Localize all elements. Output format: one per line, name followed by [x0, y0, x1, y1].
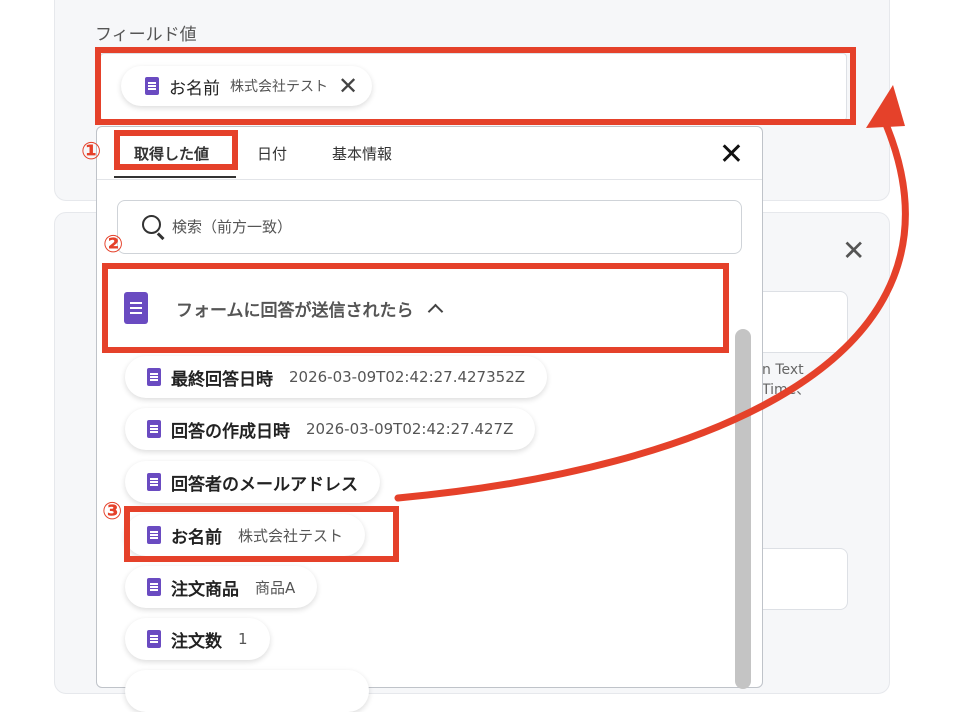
annotation-arrow: [394, 85, 909, 502]
